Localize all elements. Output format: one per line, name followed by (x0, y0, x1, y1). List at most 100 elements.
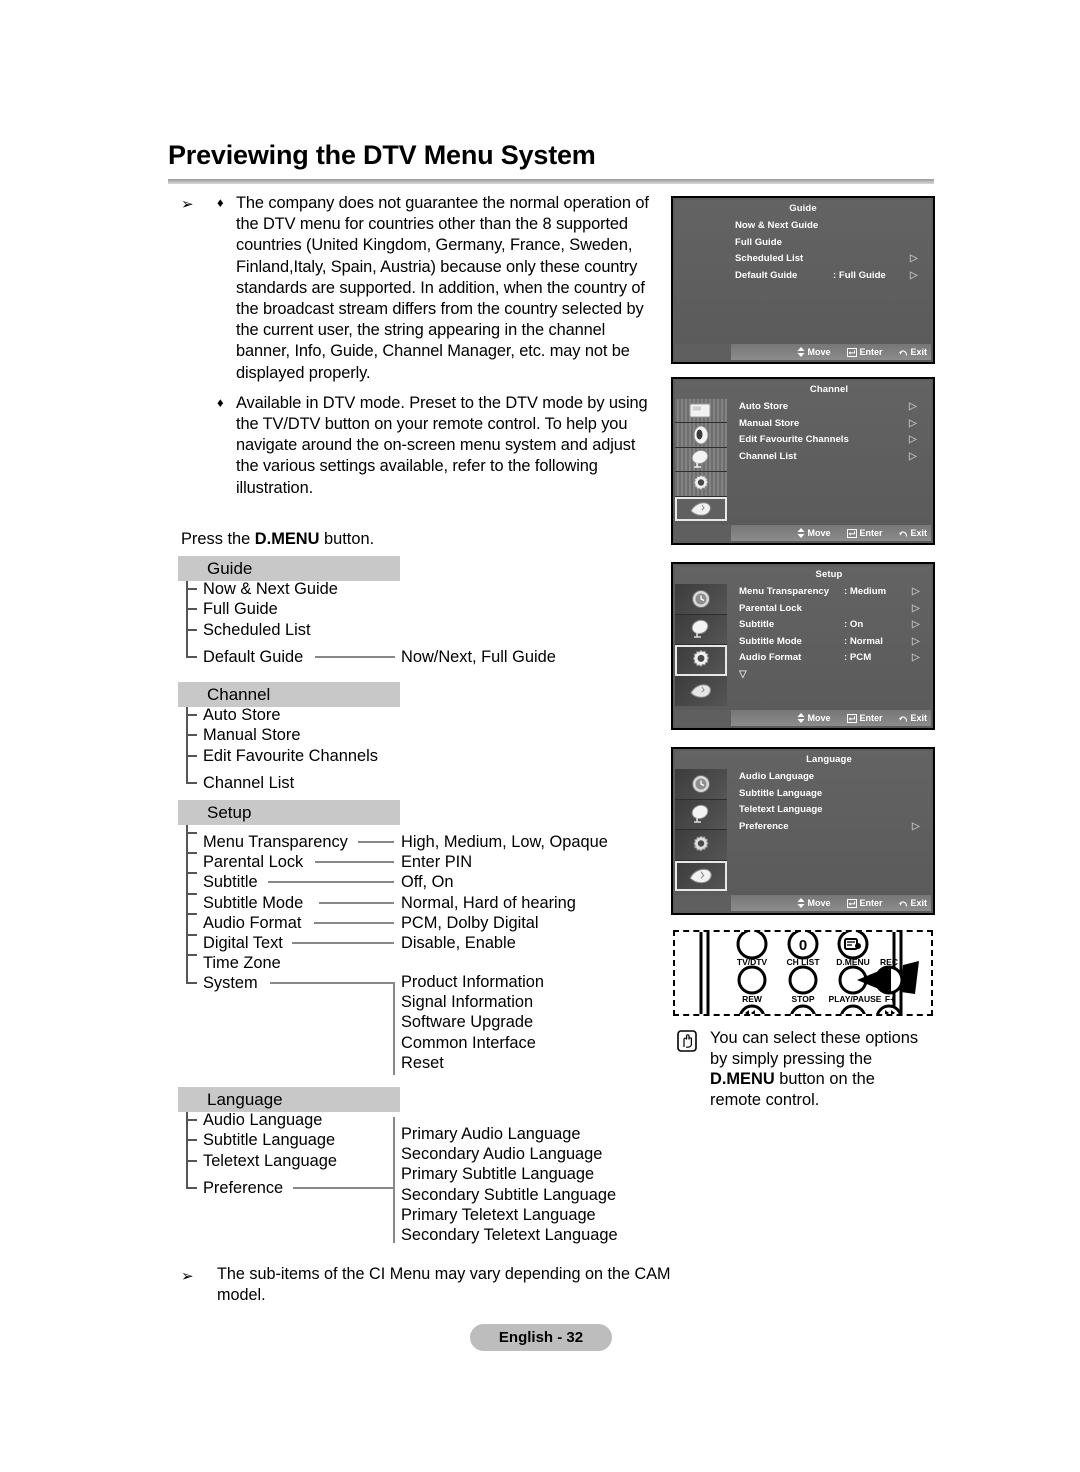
tree-tick (186, 588, 197, 590)
chevron-right-icon: ▷ (912, 619, 920, 630)
picture-icon[interactable] (675, 399, 727, 424)
osd-row-value: : Medium (844, 586, 887, 597)
tree-item-audio-format: Audio Format (203, 914, 302, 932)
tree-vline-system-children (393, 982, 395, 1075)
tree-connector (292, 942, 394, 944)
osd-row-label: Teletext Language (739, 804, 823, 815)
gear-icon[interactable] (675, 645, 727, 676)
tree-item-audio-language: Audio Language (203, 1111, 323, 1129)
return-arrow-icon (899, 530, 908, 537)
tree-tick (186, 832, 197, 834)
tree-child-secondary-audio-language: Secondary Audio Language (401, 1145, 603, 1163)
osd-helpbar-tab (675, 525, 731, 541)
osd-title-channel: Channel (809, 384, 849, 395)
tree-item-subtitle-mode: Subtitle Mode (203, 894, 304, 912)
osd-row-label: Menu Transparency (739, 586, 830, 597)
chevron-right-icon: ▷ (912, 635, 920, 647)
osd-help-move[interactable]: Move (797, 898, 830, 908)
dish-icon[interactable] (675, 799, 727, 830)
tree-item-default-guide: Default Guide (203, 648, 304, 666)
tree-child-software-upgrade: Software Upgrade (401, 1013, 534, 1031)
hand-icon[interactable] (675, 496, 727, 521)
dish-icon[interactable] (675, 614, 727, 645)
osd-help-exit-label: Exit (910, 898, 927, 908)
intro-bullet-2: ♦ Available in DTV mode. Preset to the D… (181, 393, 651, 499)
tree-child-product-information: Product Information (401, 973, 545, 991)
remote-blank-button (736, 932, 768, 960)
tree-connector (358, 841, 394, 843)
tree-child-primary-teletext-language: Primary Teletext Language (401, 1206, 596, 1224)
osd-help-enter[interactable]: Enter (847, 713, 882, 723)
hand-icon[interactable] (675, 675, 727, 706)
hand-icon[interactable] (675, 860, 727, 891)
tree-item-subtitle-language: Subtitle Language (203, 1131, 336, 1149)
chevron-right-icon: ▷ (909, 401, 917, 412)
osd-title-guide: Guide (789, 203, 817, 214)
osd-row-label: Subtitle (739, 619, 775, 630)
osd-row-label: Audio Format (739, 652, 802, 663)
tree-value-subtitle-mode: Normal, Hard of hearing (401, 894, 576, 912)
tree-item-parental-lock: Parental Lock (203, 853, 304, 871)
tree-tick (186, 954, 197, 956)
remote-teletext-button (837, 932, 869, 960)
tree-child-common-interface: Common Interface (401, 1034, 536, 1052)
osd-row-label: Full Guide (735, 236, 782, 248)
osd-help-exit[interactable]: Exit (899, 898, 927, 908)
osd-row-label: Default Guide (735, 269, 798, 281)
tree-item-edit-favourite-channels: Edit Favourite Channels (203, 747, 378, 765)
press-prefix: Press the (181, 530, 255, 548)
osd-panel-channel: Channel Auto Store ▷ Manual Store ▷ Edit… (671, 377, 935, 545)
page-footer-badge: English - 32 (470, 1324, 612, 1351)
title-divider (168, 179, 934, 184)
tree-item-teletext-language: Teletext Language (203, 1152, 337, 1170)
tree-tick (186, 714, 197, 716)
osd-help-move-label: Move (807, 528, 831, 538)
osd-helpbar: Move Enter Exit (675, 895, 931, 911)
tree-vline-channel (186, 707, 188, 783)
osd-help-move[interactable]: Move (797, 347, 830, 357)
osd-panel-language: Language Audio Language Subtitle Languag… (671, 747, 935, 915)
manual-page: Previewing the DTV Menu System ➢ ♦ The c… (0, 0, 1080, 1472)
return-arrow-icon (899, 900, 908, 907)
remote-label-tvdtv: TV/DTV (737, 957, 768, 967)
osd-help-exit[interactable]: Exit (899, 347, 927, 357)
clock-icon[interactable] (675, 584, 727, 615)
tree-connector-system (270, 982, 394, 984)
osd-help-exit[interactable]: Exit (899, 528, 927, 538)
tree-tick (186, 1187, 197, 1189)
press-suffix: button. (319, 530, 375, 548)
tree-tick (186, 893, 197, 895)
intro-bullet-2-text: Available in DTV mode. Preset to the DTV… (236, 393, 648, 497)
tree-value-subtitle: Off, On (401, 873, 454, 891)
chevron-right-icon: ▷ (912, 652, 920, 663)
remote-control-diagram: 0 TV/DTV CH LIST D.MENU REC REW STOP PLA… (673, 930, 933, 1016)
tree-connector (319, 902, 394, 904)
osd-help-enter-label: Enter (859, 898, 883, 908)
tree-value-parental-lock: Enter PIN (401, 853, 473, 871)
gear-icon[interactable] (675, 830, 727, 861)
sound-icon[interactable] (675, 423, 727, 448)
tree-child-signal-information: Signal Information (401, 993, 534, 1011)
osd-help-move[interactable]: Move (797, 528, 830, 538)
osd-help-enter[interactable]: Enter (847, 347, 882, 357)
osd-row-label: Edit Favourite Channels (739, 434, 849, 445)
osd-help-exit-label: Exit (910, 713, 927, 723)
clock-icon[interactable] (675, 769, 727, 800)
osd-help-move[interactable]: Move (797, 713, 830, 723)
remote-label-stop: STOP (792, 994, 815, 1004)
osd-help-enter[interactable]: Enter (847, 898, 882, 908)
tree-connector (268, 881, 394, 883)
enter-key-icon (847, 347, 858, 357)
chevron-right-icon: ▷ (909, 434, 917, 445)
tree-connector (315, 861, 394, 863)
osd-panel-guide: Guide Now & Next Guide Full Guide Schedu… (671, 196, 935, 364)
dish-icon[interactable] (675, 447, 727, 473)
remote-label-chlist: CH LIST (786, 957, 820, 967)
osd-help-enter[interactable]: Enter (847, 528, 882, 538)
tree-vline-guide (186, 581, 188, 657)
gear-icon[interactable] (675, 472, 727, 497)
osd-help-exit[interactable]: Exit (899, 713, 927, 723)
tree-tick (186, 734, 197, 736)
enter-key-icon (847, 528, 858, 538)
tree-tick (186, 852, 197, 854)
